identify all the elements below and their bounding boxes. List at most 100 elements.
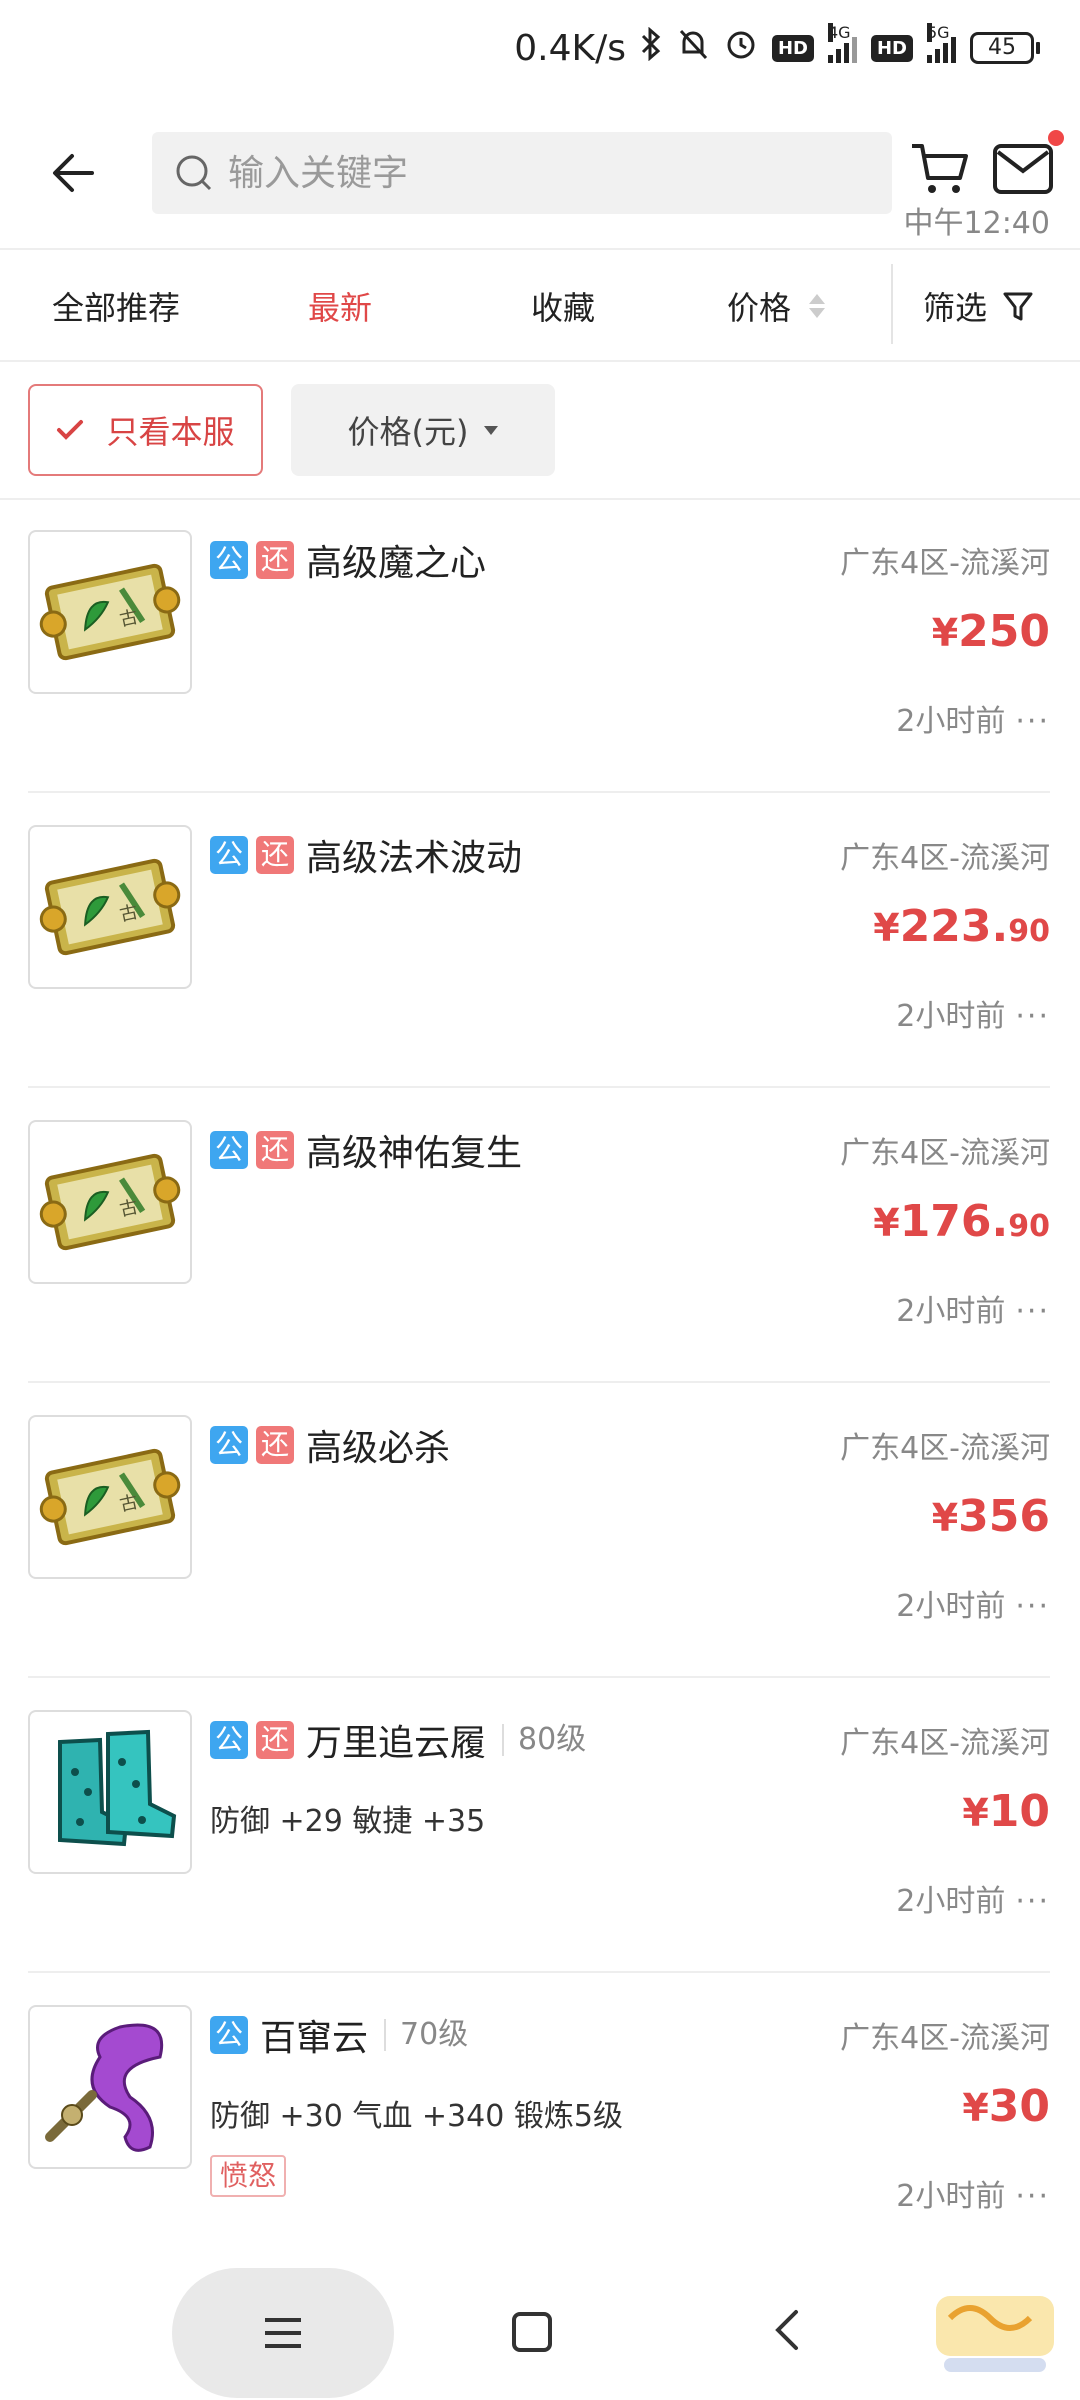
search-input[interactable]	[228, 152, 828, 194]
watermark-logo	[930, 2278, 1060, 2388]
item-title: 公还高级必杀	[210, 1419, 450, 1471]
bargain-badge: 还	[256, 541, 294, 579]
bargain-badge: 还	[256, 1131, 294, 1169]
item-time: 2小时前 ···	[896, 999, 1050, 1034]
item-name: 高级魔之心	[306, 543, 487, 584]
item-time: 2小时前 ···	[896, 1884, 1050, 1919]
tab-filter[interactable]: 筛选	[923, 282, 1035, 330]
tab-price[interactable]: 价格	[727, 282, 826, 330]
item-title: 公还高级法术波动	[210, 829, 522, 881]
item-name: 高级必杀	[306, 1428, 451, 1469]
item-price: ¥176.90	[873, 1196, 1050, 1247]
bargain-badge: 还	[256, 836, 294, 874]
public-badge: 公	[210, 1721, 248, 1759]
more-icon[interactable]: ···	[1015, 1589, 1050, 1624]
item-title: 公还万里追云履 80级	[210, 1714, 586, 1766]
search-icon	[176, 155, 212, 191]
tab-price-label: 价格	[727, 289, 792, 327]
item-price: ¥30	[962, 2081, 1050, 2132]
list-item[interactable]: 公还万里追云履 80级 广东4区-流溪河 ¥10 防御 +29 敏捷 +35 2小时前 ··…	[0, 1678, 1080, 1973]
item-name: 高级法术波动	[306, 838, 523, 879]
battery-icon: 45	[970, 32, 1040, 64]
server-only-chip[interactable]: 只看本服	[28, 384, 263, 476]
more-icon[interactable]: ···	[1015, 704, 1050, 739]
scroll-icon: 古	[28, 530, 192, 694]
bargain-badge: 还	[256, 1426, 294, 1464]
ribbon-icon	[28, 2005, 192, 2169]
tab-newest[interactable]: 最新	[308, 282, 372, 330]
tab-filter-label: 筛选	[923, 289, 988, 327]
public-badge: 公	[210, 1131, 248, 1169]
checkmark-icon	[57, 420, 84, 440]
list-item[interactable]: 公百窜云 70级 广东4区-流溪河 ¥30 防御 +30 气血 +340 锻炼5级愤怒 2…	[0, 1973, 1080, 2268]
signal-4g-icon: 4G	[827, 23, 857, 63]
back-arrow-icon[interactable]	[42, 138, 112, 208]
tab-all-recommend[interactable]: 全部推荐	[52, 282, 180, 330]
home-button[interactable]	[512, 2312, 552, 2352]
sort-arrows-icon	[809, 294, 826, 318]
bargain-badge: 还	[256, 1721, 294, 1759]
item-server: 广东4区-流溪河	[840, 1726, 1050, 1761]
item-server: 广东4区-流溪河	[840, 546, 1050, 581]
search-bar[interactable]	[152, 132, 892, 214]
item-time: 2小时前 ···	[896, 2179, 1050, 2214]
more-icon[interactable]: ···	[1015, 1294, 1050, 1329]
item-price: ¥356	[931, 1491, 1050, 1542]
recent-apps-button[interactable]	[172, 2268, 394, 2398]
hd-badge: HD	[771, 34, 814, 62]
public-badge: 公	[210, 1426, 248, 1464]
mute-bell-icon	[676, 27, 710, 69]
system-nav-bar	[0, 2258, 1080, 2400]
item-time: 2小时前 ···	[896, 704, 1050, 739]
alarm-icon	[724, 27, 758, 69]
more-icon[interactable]: ···	[1015, 999, 1050, 1034]
item-price: ¥10	[962, 1786, 1050, 1837]
filter-icon	[1003, 292, 1033, 321]
item-server: 广东4区-流溪河	[840, 2021, 1050, 2056]
item-title: 公还高级神佑复生	[210, 1124, 522, 1176]
public-badge: 公	[210, 541, 248, 579]
net-4g-label: 4G	[827, 23, 851, 42]
scroll-icon: 古	[28, 825, 192, 989]
hd-badge-2: HD	[870, 34, 913, 62]
list-item[interactable]: 古公还高级魔之心 广东4区-流溪河 ¥250 2小时前 ···	[0, 498, 1080, 793]
price-unit-dropdown[interactable]: 价格(元)	[291, 384, 555, 476]
price-unit-label: 价格(元)	[347, 413, 469, 451]
item-time: 2小时前 ···	[896, 1589, 1050, 1624]
list-item[interactable]: 古公还高级法术波动 广东4区-流溪河 ¥223.90 2小时前 ···	[0, 793, 1080, 1088]
sort-tabs: 全部推荐 最新 收藏 价格 筛选	[0, 252, 1080, 358]
menu-icon	[265, 2318, 301, 2348]
message-icon[interactable]	[990, 130, 1064, 202]
item-attributes: 防御 +30 气血 +340 锻炼5级	[210, 2099, 623, 2134]
item-name: 万里追云履	[306, 1723, 487, 1764]
item-name: 百窜云	[260, 2018, 369, 2059]
item-level: 70级	[384, 2019, 468, 2051]
top-header	[0, 118, 1080, 228]
dropdown-caret-icon	[484, 425, 499, 435]
item-server: 广东4区-流溪河	[840, 1431, 1050, 1466]
public-badge: 公	[210, 2016, 248, 2054]
public-badge: 公	[210, 836, 248, 874]
item-level: 80级	[502, 1724, 586, 1756]
signal-5g-icon: 5G	[927, 23, 956, 63]
item-tag: 愤怒	[210, 2155, 287, 2197]
list-item[interactable]: 古公还高级神佑复生 广东4区-流溪河 ¥176.90 2小时前 ···	[0, 1088, 1080, 1383]
server-only-label: 只看本服	[106, 413, 235, 451]
item-name: 高级神佑复生	[306, 1133, 523, 1174]
battery-level: 45	[970, 32, 1034, 64]
unread-dot	[1048, 130, 1064, 146]
more-icon[interactable]: ···	[1015, 2179, 1050, 2214]
scroll-icon: 古	[28, 1415, 192, 1579]
network-speed: 0.4K/s	[514, 27, 626, 69]
more-icon[interactable]: ···	[1015, 1884, 1050, 1919]
cart-icon[interactable]	[908, 136, 974, 202]
item-attributes: 防御 +29 敏捷 +35	[210, 1804, 486, 1839]
item-server: 广东4区-流溪河	[840, 841, 1050, 876]
item-server: 广东4区-流溪河	[840, 1136, 1050, 1171]
nav-back-button[interactable]	[768, 2308, 808, 2352]
item-price: ¥250	[931, 606, 1050, 657]
item-title: 公还高级魔之心	[210, 534, 486, 586]
list-item[interactable]: 古公还高级必杀 广东4区-流溪河 ¥356 2小时前 ···	[0, 1383, 1080, 1678]
tab-favorites[interactable]: 收藏	[531, 282, 595, 330]
net-5g-label: 5G	[927, 23, 950, 42]
